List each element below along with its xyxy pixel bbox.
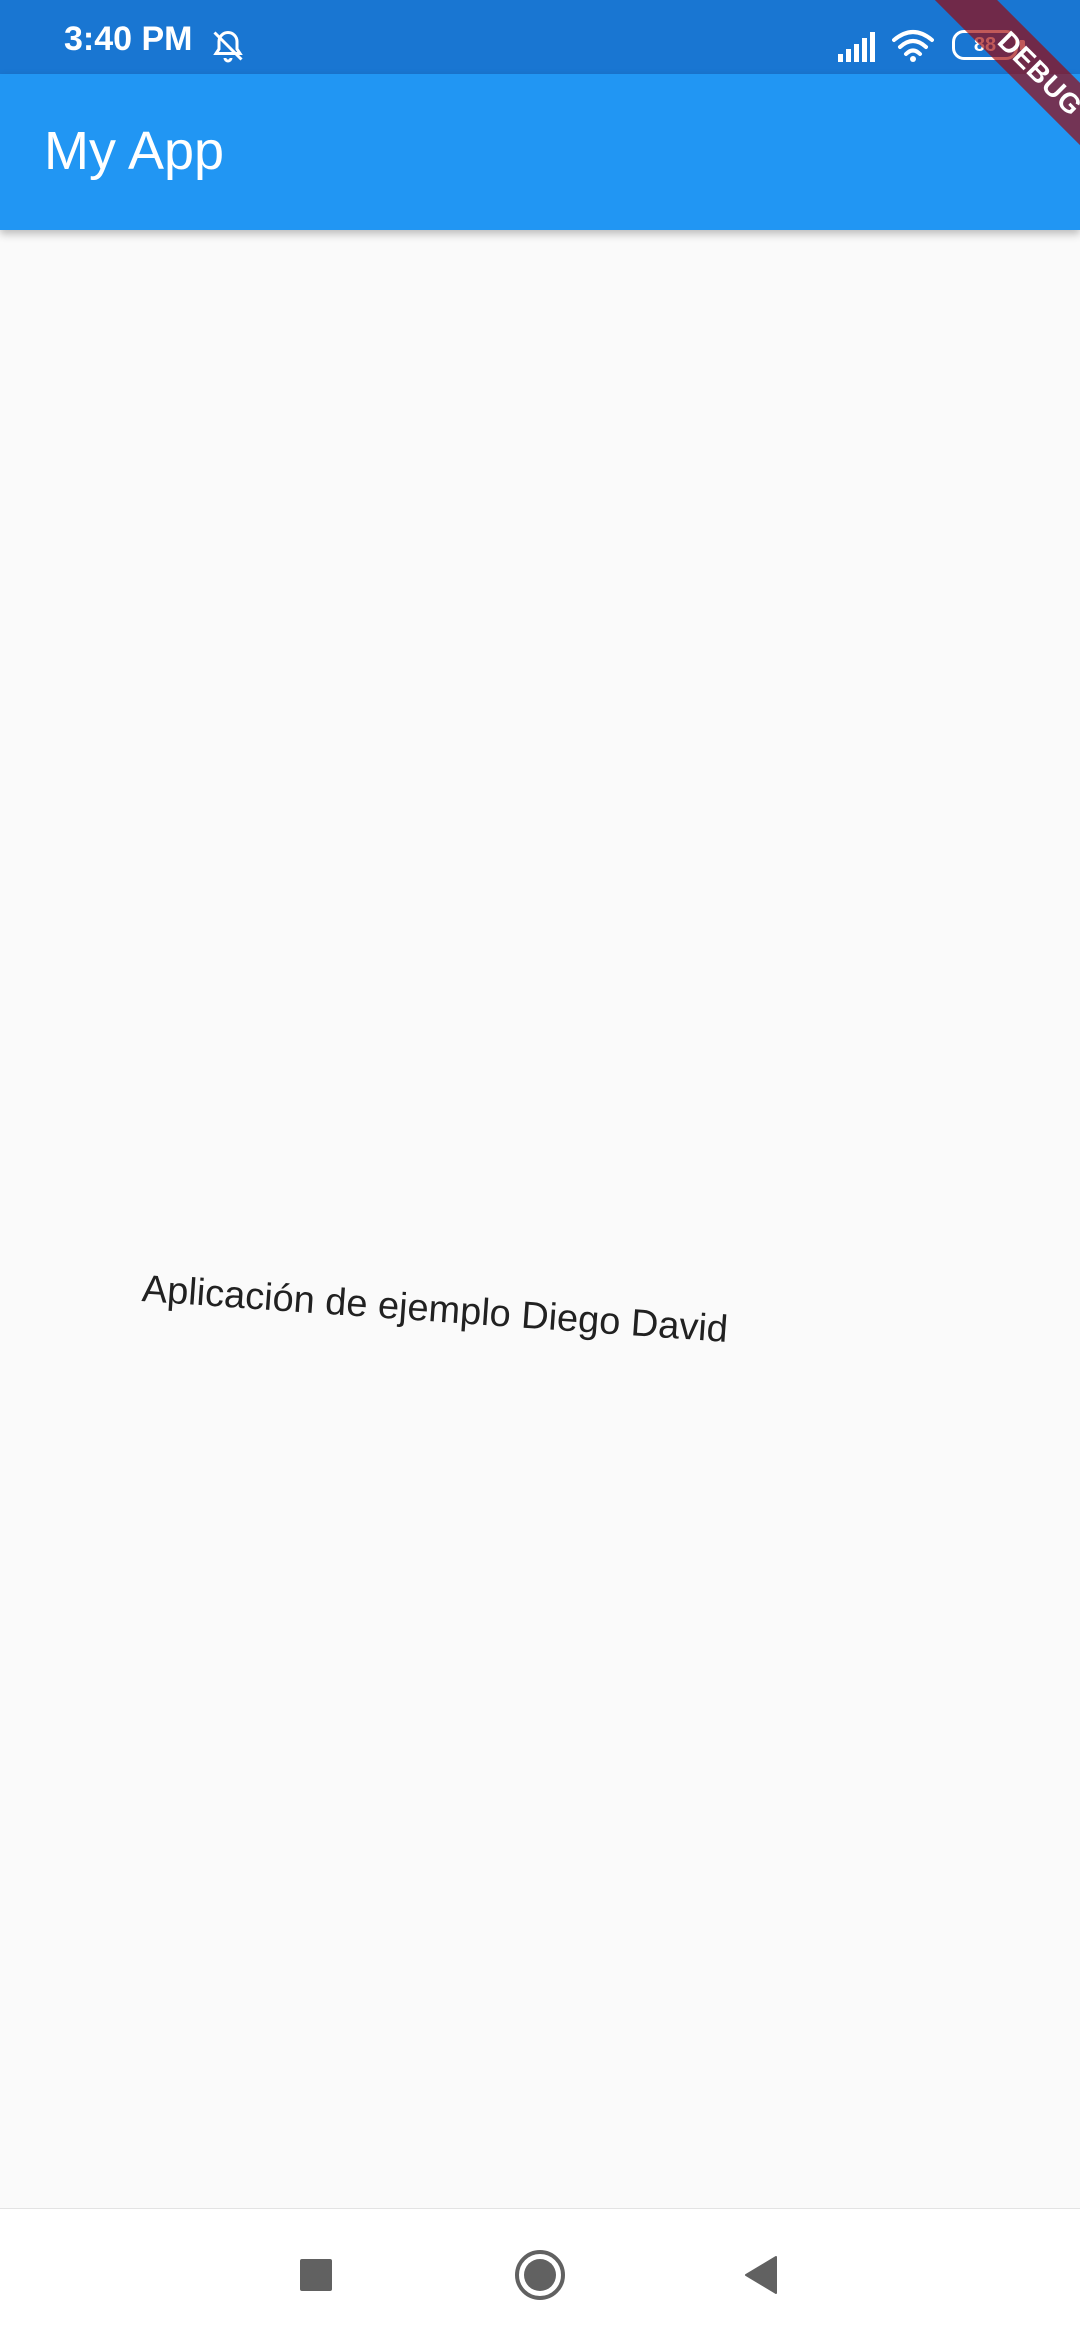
recents-square-icon — [300, 2259, 332, 2291]
status-time: 3:40 PM — [64, 20, 193, 58]
back-button[interactable] — [722, 2235, 802, 2315]
home-button[interactable] — [500, 2235, 580, 2315]
status-bar: 3:40 PM 88 — [0, 0, 1080, 74]
battery-icon: 88 — [952, 30, 1018, 60]
signal-icon — [838, 32, 875, 62]
wifi-icon — [892, 30, 934, 62]
main-content — [0, 230, 1080, 2208]
battery-nub — [1020, 40, 1025, 50]
app-bar: My App — [0, 74, 1080, 230]
nav-bar — [0, 2208, 1080, 2341]
recents-button[interactable] — [276, 2235, 356, 2315]
app-title: My App — [44, 121, 225, 181]
home-circle-icon — [515, 2250, 565, 2300]
battery-level: 88 — [973, 34, 997, 56]
back-triangle-icon — [745, 2256, 777, 2294]
alarm-off-icon — [213, 30, 243, 63]
